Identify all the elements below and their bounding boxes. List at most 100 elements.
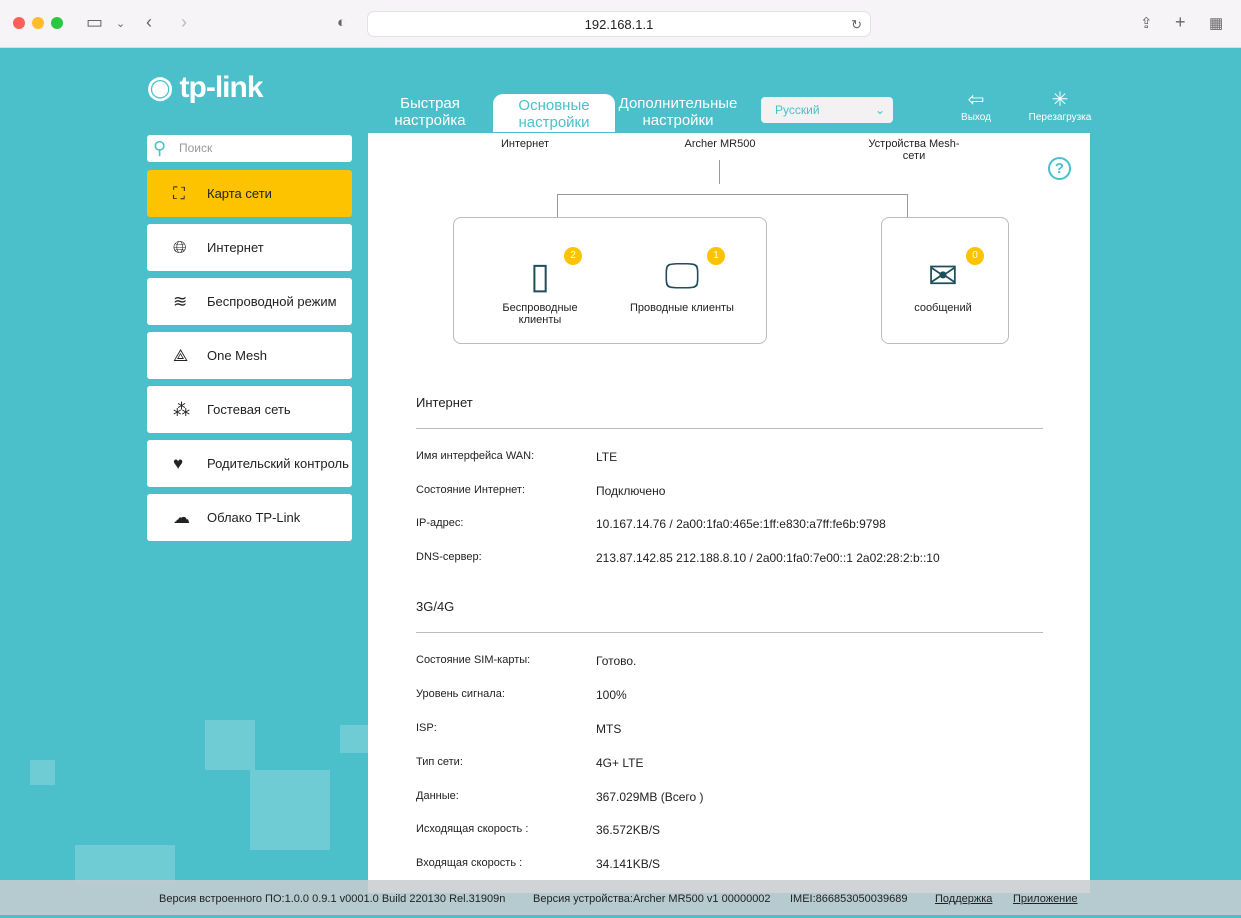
heart-icon: ♥ [173, 454, 184, 473]
mesh-icon: ⟁ [173, 346, 189, 365]
chevron-down-icon: ⌄ [874, 103, 885, 117]
close-window-button[interactable] [13, 17, 25, 29]
sidebar-item-label: Карта сети [207, 186, 272, 201]
sidebar-item-label: Интернет [207, 240, 264, 255]
topology-internet[interactable]: Интернет [480, 138, 570, 150]
firmware-version: Версия встроенного ПО:1.0.0 0.9.1 v0001.… [159, 893, 506, 905]
search-placeholder: Поиск [179, 141, 213, 155]
cellular-section-title: 3G/4G [416, 599, 455, 614]
cloud-icon: ☁ [173, 508, 190, 527]
row-value: 10.167.14.76 / 2a00:1fa0:465e:1ff:e830:a… [596, 517, 886, 531]
row-value: 213.87.142.85 212.188.8.10 / 2a00:1fa0:7… [596, 551, 940, 565]
guest-icon: ⁂ [173, 400, 190, 419]
row-value: 34.141KB/S [596, 857, 661, 871]
tp-link-logo: ◉ tp-link [147, 71, 263, 104]
wired-count-badge: 1 [707, 247, 725, 265]
row-value: 367.029MB (Всего ) [596, 790, 704, 804]
row-label: Имя интерфейса WAN: [416, 450, 535, 462]
search-icon: ⚲ [153, 138, 167, 158]
browser-toolbar: ▭ ⌄ ‹ › ◐ 192.168.1.1 ↻ ⇪ + ▦ [0, 0, 1241, 48]
chevron-down-icon[interactable]: ⌄ [116, 17, 125, 30]
address-bar[interactable]: 192.168.1.1 ↻ [367, 11, 871, 37]
internet-section-title: Интернет [416, 395, 473, 410]
sidebar-item-parental[interactable]: ♥ Родительский контроль [147, 440, 352, 487]
row-value: Готово. [596, 654, 637, 668]
url-text: 192.168.1.1 [584, 17, 654, 32]
row-label: DNS-сервер: [416, 551, 482, 563]
share-icon[interactable]: ⇪ [1140, 14, 1153, 32]
info-row: Уровень сигнала: 100% [416, 688, 1056, 702]
imei: IMEI:866853050039689 [790, 893, 908, 905]
wired-clients-label: Проводные клиенты [630, 302, 734, 314]
logout-label: Выход [961, 112, 991, 123]
tab-basic[interactable]: Основные настройки [493, 94, 615, 132]
info-row: Исходящая скорость : 36.572KB/S [416, 823, 1056, 837]
sidebar-item-internet[interactable]: 🌐︎ Интернет [147, 224, 352, 271]
info-row: Данные: 367.029MB (Всего ) [416, 790, 1056, 804]
language-value: Русский [775, 103, 820, 117]
reboot-button[interactable]: ✳ Перезагрузка [1025, 88, 1095, 123]
sidebar-item-label: Беспроводной режим [207, 294, 337, 309]
row-value: LTE [596, 450, 618, 464]
zoom-window-button[interactable] [51, 17, 63, 29]
app-link[interactable]: Приложение [1013, 880, 1078, 918]
logout-button[interactable]: ⇦ Выход [955, 88, 997, 123]
sidebar-item-label: Облако TP-Link [207, 510, 301, 525]
network-map-icon: ⛶ [173, 184, 185, 203]
row-label: Состояние SIM-карты: [416, 654, 531, 666]
row-value: MTS [596, 722, 622, 736]
row-value: 4G+ LTE [596, 756, 644, 770]
messages-label: сообщений [914, 302, 972, 314]
language-select[interactable]: Русский ⌄ [761, 97, 893, 123]
globe-icon: 🌐︎ [173, 238, 187, 257]
help-icon[interactable]: ? [1048, 157, 1071, 180]
footer-bar: Версия встроенного ПО:1.0.0 0.9.1 v0001.… [0, 880, 1241, 915]
sidebar-item-network-map[interactable]: ⛶ Карта сети [147, 170, 352, 217]
row-value: Подключено [596, 484, 666, 498]
sidebar-item-label: Родительский контроль [207, 456, 349, 471]
wifi-icon: ≋ [173, 292, 188, 311]
logout-icon: ⇦ [967, 89, 985, 111]
row-label: Уровень сигнала: [416, 688, 505, 700]
info-row: IP-адрес: 10.167.14.76 / 2a00:1fa0:465e:1… [416, 517, 1056, 531]
row-label: Тип сети: [416, 756, 463, 768]
topology-router[interactable]: Archer MR500 [665, 138, 775, 150]
row-value: 36.572KB/S [596, 823, 661, 837]
row-label: Состояние Интернет: [416, 484, 525, 496]
sidebar-item-label: Гостевая сеть [207, 402, 291, 417]
row-label: ISP: [416, 722, 437, 734]
tab-quick-setup[interactable]: Быстрая настройка [380, 95, 480, 133]
sidebar-item-onemesh[interactable]: ⟁ One Mesh [147, 332, 352, 379]
info-row: Состояние Интернет: Подключено [416, 484, 1056, 498]
search-input[interactable]: ⚲ Поиск [147, 135, 352, 162]
back-icon[interactable]: ‹ [146, 12, 152, 33]
wireless-count-badge: 2 [564, 247, 582, 265]
tab-overview-icon[interactable]: ▦ [1209, 14, 1223, 32]
forward-icon[interactable]: › [181, 12, 187, 33]
info-row: Тип сети: 4G+ LTE [416, 756, 1056, 770]
row-label: Входящая скорость : [416, 857, 523, 869]
row-label: IP-адрес: [416, 517, 464, 529]
info-row: ISP: MTS [416, 722, 1056, 736]
sidebar-item-guest[interactable]: ⁂ Гостевая сеть [147, 386, 352, 433]
sidebar-item-wireless[interactable]: ≋ Беспроводной режим [147, 278, 352, 325]
reload-icon[interactable]: ↻ [851, 12, 862, 38]
privacy-shield-icon[interactable]: ◐ [337, 14, 346, 31]
sidebar-item-label: One Mesh [207, 348, 267, 363]
info-row: DNS-сервер: 213.87.142.85 212.188.8.10 / … [416, 551, 1056, 565]
messages-count-badge: 0 [966, 247, 984, 265]
reboot-icon: ✳ [1051, 89, 1069, 111]
info-row: Входящая скорость : 34.141KB/S [416, 857, 1056, 871]
row-value: 100% [596, 688, 627, 702]
hardware-version: Версия устройства:Archer MR500 v1 000000… [533, 893, 771, 905]
support-link[interactable]: Поддержка [935, 880, 992, 918]
sidebar-toggle-icon[interactable]: ▭ [86, 12, 103, 33]
reboot-label: Перезагрузка [1028, 112, 1092, 123]
new-tab-icon[interactable]: + [1175, 12, 1186, 33]
sidebar-item-cloud[interactable]: ☁ Облако TP-Link [147, 494, 352, 541]
wireless-clients-label: Беспроводные клиенты [502, 302, 578, 326]
tab-advanced[interactable]: Дополнительные настройки [617, 95, 739, 133]
topology-mesh[interactable]: Устройства Mesh-сети [862, 138, 966, 162]
info-row: Имя интерфейса WAN: LTE [416, 450, 1056, 464]
minimize-window-button[interactable] [32, 17, 44, 29]
